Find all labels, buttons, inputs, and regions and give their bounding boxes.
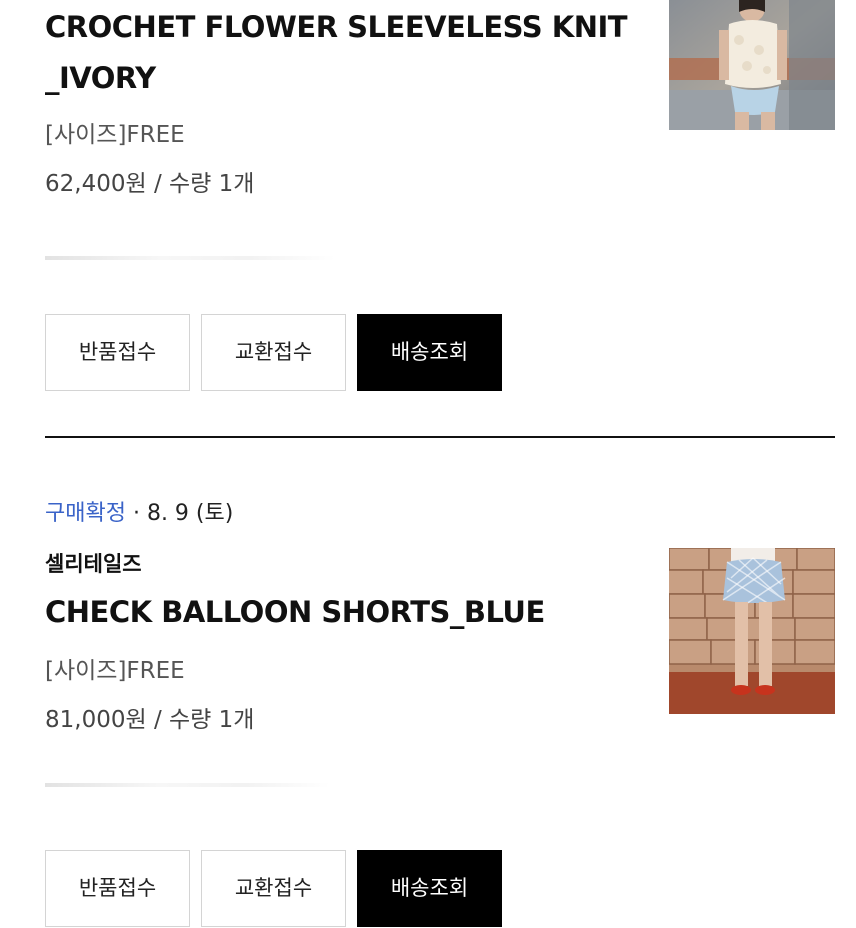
return-request-button[interactable]: 반품접수 (45, 850, 190, 927)
order-status: 구매확정 · 8. 9 (토) (45, 499, 233, 529)
product-thumbnail[interactable] (669, 0, 835, 130)
order-item: 구매확정 · 8. 9 (토) 셀리테일즈 CHECK BALLOON SHOR… (0, 488, 856, 927)
product-photo-shorts-icon (669, 548, 835, 714)
price-quantity: 62,400원 / 수량 1개 (45, 171, 255, 197)
return-request-button[interactable]: 반품접수 (45, 314, 190, 391)
product-option: [사이즈]FREE (45, 122, 185, 148)
faded-text-line (45, 256, 335, 260)
price-quantity: 81,000원 / 수량 1개 (45, 707, 255, 733)
product-name[interactable]: CHECK BALLOON SHORTS_BLUE (45, 587, 635, 638)
status-label: 구매확정 (45, 501, 126, 526)
track-delivery-button[interactable]: 배송조회 (357, 314, 502, 391)
exchange-request-button[interactable]: 교환접수 (201, 850, 346, 927)
track-delivery-button[interactable]: 배송조회 (357, 850, 502, 927)
product-thumbnail[interactable] (669, 548, 835, 714)
faded-text-line (45, 783, 330, 787)
section-divider (45, 436, 835, 438)
status-date: · 8. 9 (토) (125, 501, 234, 526)
product-option: [사이즈]FREE (45, 658, 185, 684)
product-photo-knit-icon (669, 0, 835, 130)
order-item: CROCHET FLOWER SLEEVELESS KNIT_IVORY [사이… (0, 0, 856, 438)
product-name[interactable]: CROCHET FLOWER SLEEVELESS KNIT_IVORY (45, 2, 635, 104)
exchange-request-button[interactable]: 교환접수 (201, 314, 346, 391)
brand-name[interactable]: 셀리테일즈 (45, 549, 142, 579)
